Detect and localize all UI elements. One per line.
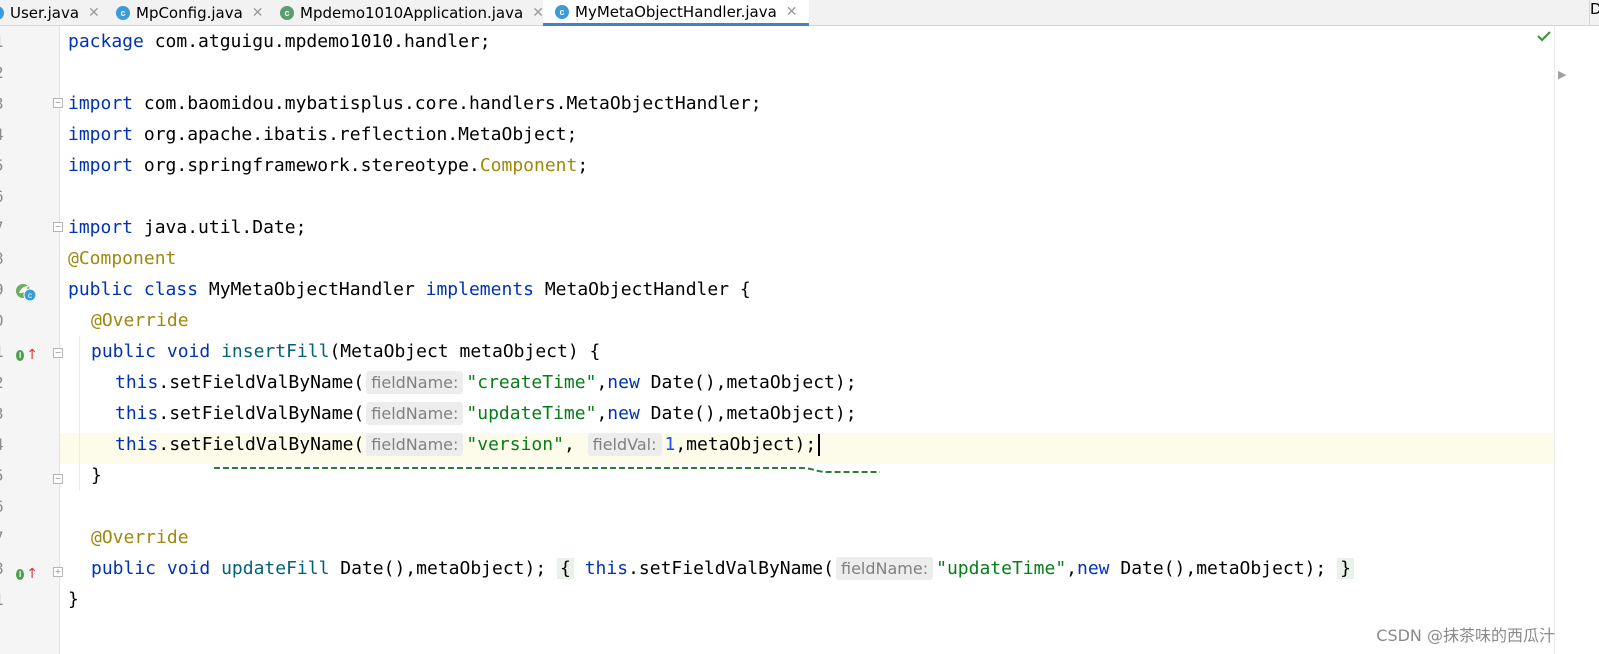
line-number: 1 [0,336,8,367]
line-number: 6 [0,491,8,522]
class-icon: c [280,5,294,20]
tab-user-java[interactable]: c User.java ✕ [0,0,100,25]
line-number: 1 [0,584,8,615]
close-icon[interactable]: ✕ [88,5,100,21]
expand-arrow-icon[interactable]: ▶ [1558,68,1566,81]
code-line-9: public class MyMetaObjectHandler impleme… [68,279,751,300]
code-line-13: this.setFieldValByName(fieldName: "update… [115,402,857,425]
tab-overflow-fragment[interactable]: D [1589,0,1599,25]
code-editor[interactable]: package com.atguigu.mpdemo1010.handler; … [60,26,1554,654]
code-line-12: this.setFieldValByName(fieldName: "create… [115,371,857,394]
code-line-15: } [91,465,102,486]
line-number: 5 [0,150,8,181]
line-number: 1 [0,26,8,57]
code-line-10: @Override [91,310,189,331]
indent-guide [79,336,80,491]
line-number: 2 [0,367,8,398]
tab-mymetaobjecthandler-java[interactable]: c MyMetaObjectHandler.java ✕ [543,0,809,26]
implements-method-icon[interactable]: I ↑ [16,565,38,583]
close-icon[interactable]: ✕ [252,5,264,21]
parameter-hint: fieldName: [835,557,934,580]
editor-scroll-strip[interactable]: ▶ [1537,26,1599,654]
line-number-gutter[interactable]: 1 2 3 4 5 6 7 8 9 0 1 2 3 4 5 6 7 8 1 − … [0,26,63,654]
line-number: 0 [0,305,8,336]
code-line-17: @Override [91,527,189,548]
code-line-8: @Component [68,248,177,269]
interface-icon: I [16,349,25,361]
line-number: 4 [0,429,8,460]
code-line-1: package com.atguigu.mpdemo1010.handler; [68,31,491,52]
close-icon[interactable]: ✕ [786,4,798,20]
code-line-7: import java.util.Date; [68,217,307,238]
line-number: 8 [0,243,8,274]
line-number: 7 [0,522,8,553]
arrow-up-icon: ↑ [26,347,38,363]
tab-label: Mpdemo1010Application.java [300,3,524,22]
code-line-4: import org.apache.ibatis.reflection.Meta… [68,124,578,145]
watermark: CSDN @抹茶味的西瓜汁 [1376,626,1555,645]
tab-fragment-label: D [1590,0,1599,18]
code-line-19: } [68,589,79,610]
tab-mpconfig-java[interactable]: c MpConfig.java ✕ [116,0,264,25]
hand-drawn-underline [214,467,880,473]
svg-text:c: c [28,291,32,300]
line-number: 3 [0,398,8,429]
interface-icon: I [16,568,25,580]
code-line-11: public void insertFill(MetaObject metaOb… [91,341,601,362]
checkmark-icon[interactable] [1537,30,1551,42]
line-number: 5 [0,460,8,491]
folded-region: } [1337,558,1354,579]
line-number: 6 [0,181,8,212]
line-number: 2 [0,57,8,88]
line-number: 3 [0,88,8,119]
parameter-hint: fieldName: [366,371,464,394]
tab-label: MyMetaObjectHandler.java [575,2,777,21]
code-line-3: import com.baomidou.mybatisplus.core.han… [68,93,762,114]
tab-label: MpConfig.java [136,3,243,22]
code-line-14: this.setFieldValByName(fieldName: "versio… [115,429,821,460]
code-line-18: public void updateFill Date(),metaObject… [91,553,1354,584]
parameter-hint: fieldName: [366,433,464,456]
line-number: 7 [0,212,8,243]
line-number: 8 [0,553,8,584]
line-number: 9 [0,274,8,305]
arrow-up-icon: ↑ [26,566,38,582]
text-caret [818,434,821,456]
class-icon: c [0,5,4,20]
code-line-5: import org.springframework.stereotype.Co… [68,155,589,176]
tab-mpdemo1010application-java[interactable]: c Mpdemo1010Application.java ✕ [280,0,544,25]
implements-method-icon[interactable]: I ↑ [16,346,38,364]
folded-region: { [557,558,574,579]
editor-tab-bar: c User.java ✕ c MpConfig.java ✕ c Mpdemo… [0,0,1599,26]
parameter-hint: fieldVal: [587,433,662,456]
parameter-hint: fieldName: [366,402,464,425]
class-icon: c [116,5,130,20]
line-number: 4 [0,119,8,150]
tab-label: User.java [10,3,80,22]
spring-bean-icon[interactable]: c [15,282,37,302]
class-icon: c [555,4,569,19]
